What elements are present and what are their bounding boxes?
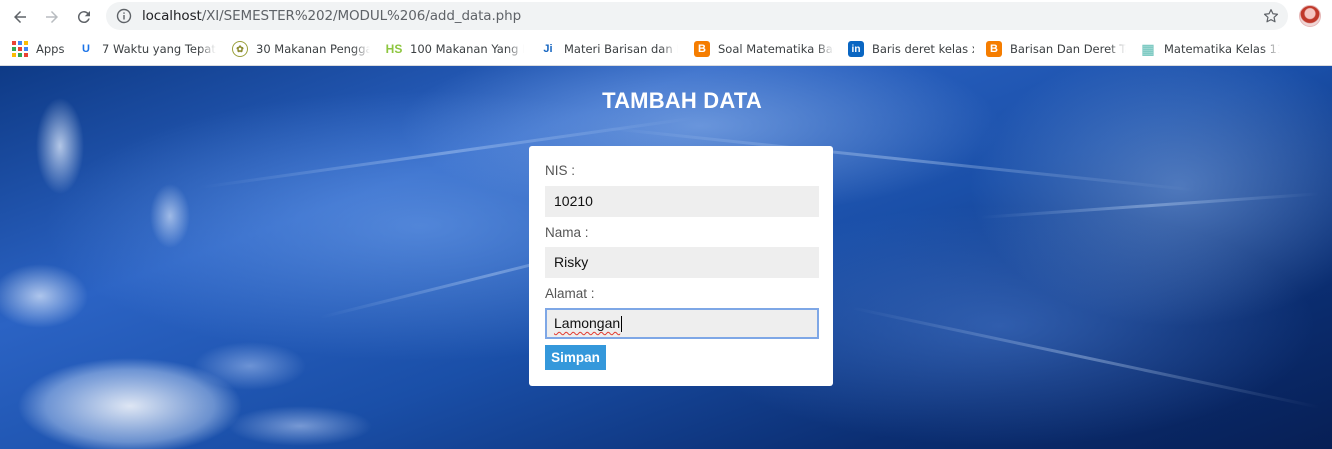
bookmark-item[interactable]: B Soal Matematika Bari xyxy=(694,40,834,58)
bookmark-label: Matematika Kelas 11 xyxy=(1164,42,1280,56)
bookmark-label: 100 Makanan Yang M xyxy=(410,42,524,56)
bookmark-favicon-icon: ▦ xyxy=(1141,40,1155,57)
url-path: /XI/SEMESTER%202/MODUL%206/add_data.php xyxy=(201,8,522,24)
bookmark-item[interactable]: B Barisan Dan Deret Tal xyxy=(986,40,1126,58)
bookmark-item[interactable]: ✿ 30 Makanan Penggar xyxy=(232,40,370,58)
bookmarks-bar: Apps U 7 Waktu yang Tepat u ✿ 30 Makanan… xyxy=(0,33,1332,66)
simpan-button[interactable]: Simpan xyxy=(545,345,606,370)
url-text[interactable]: localhost/XI/SEMESTER%202/MODUL%206/add_… xyxy=(142,8,521,24)
bookmark-label: Apps xyxy=(36,42,65,56)
cloud-streak xyxy=(849,306,1320,409)
nama-input[interactable]: Risky xyxy=(545,247,819,278)
nis-label: NIS : xyxy=(545,163,576,178)
alamat-label: Alamat : xyxy=(545,286,595,301)
back-icon[interactable] xyxy=(7,4,33,30)
bookmark-label: Baris deret kelas xi xyxy=(872,42,974,56)
reload-icon[interactable] xyxy=(71,4,97,30)
nama-value: Risky xyxy=(554,254,589,270)
bookmark-label: 30 Makanan Penggar xyxy=(256,42,370,56)
url-host: localhost xyxy=(142,8,202,24)
bookmark-item[interactable]: U 7 Waktu yang Tepat u xyxy=(78,40,216,58)
alamat-input[interactable]: Lamongan xyxy=(545,308,819,339)
blogger-icon: B xyxy=(986,41,1002,57)
page-body: TAMBAH DATA NIS : 10210 Nama : Risky Ala… xyxy=(0,66,1332,449)
bookmark-label: Barisan Dan Deret Tal xyxy=(1010,42,1126,56)
alamat-value: Lamongan xyxy=(554,315,621,331)
apps-grid-icon xyxy=(12,41,28,57)
profile-avatar[interactable] xyxy=(1299,5,1321,27)
browser-toolbar: localhost/XI/SEMESTER%202/MODUL%206/add_… xyxy=(0,0,1332,33)
nama-label: Nama : xyxy=(545,225,589,240)
forward-icon[interactable] xyxy=(39,4,65,30)
bookmark-item[interactable]: HS 100 Makanan Yang M xyxy=(386,40,524,58)
nis-input[interactable]: 10210 xyxy=(545,186,819,217)
bookmark-favicon-icon: HS xyxy=(386,42,403,56)
bookmark-label: Soal Matematika Bari xyxy=(718,42,834,56)
star-icon[interactable] xyxy=(1262,7,1280,25)
page-title: TAMBAH DATA xyxy=(602,88,762,113)
bookmark-favicon-icon: Ji xyxy=(543,43,553,55)
bookmark-favicon-icon: ✿ xyxy=(232,41,248,57)
text-caret xyxy=(621,316,623,333)
bookmark-favicon-icon: U xyxy=(82,43,90,55)
blogger-icon: B xyxy=(694,41,710,57)
bookmark-label: Materi Barisan dan D xyxy=(564,42,678,56)
address-bar[interactable]: localhost/XI/SEMESTER%202/MODUL%206/add_… xyxy=(106,2,1288,30)
linkedin-icon: in xyxy=(848,41,864,57)
cloud-streak xyxy=(979,192,1320,219)
bookmark-item[interactable]: ▦ Matematika Kelas 11 xyxy=(1140,40,1280,58)
bookmark-label: 7 Waktu yang Tepat u xyxy=(102,42,216,56)
info-icon[interactable] xyxy=(116,8,132,24)
bookmark-item[interactable]: Ji Materi Barisan dan D xyxy=(540,40,678,58)
bookmark-apps[interactable]: Apps xyxy=(12,40,64,58)
add-data-form: NIS : 10210 Nama : Risky Alamat : Lamong… xyxy=(529,146,833,386)
nis-value: 10210 xyxy=(554,193,593,209)
bookmark-item[interactable]: in Baris deret kelas xi xyxy=(848,40,974,58)
